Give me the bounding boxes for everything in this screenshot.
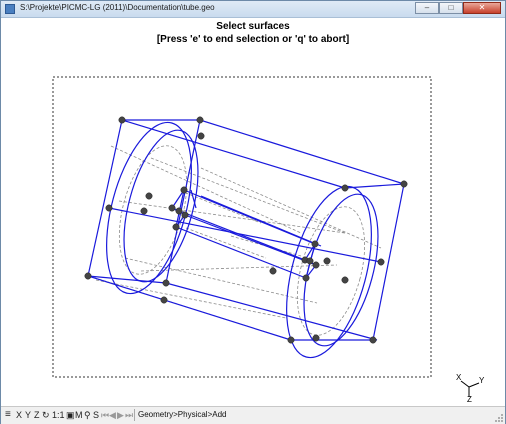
point <box>175 207 183 215</box>
rotate-icon[interactable]: ↻ <box>42 409 50 421</box>
point <box>84 272 92 280</box>
geometry-canvas[interactable] <box>1 18 505 406</box>
status-separator <box>134 409 135 421</box>
app-icon <box>5 4 15 14</box>
view-z-button[interactable]: Z <box>34 409 40 421</box>
graphics-viewport[interactable] <box>1 18 505 406</box>
point <box>377 258 385 266</box>
point <box>180 186 188 194</box>
view-x-button[interactable]: X <box>16 409 22 421</box>
point <box>118 116 126 124</box>
hidden-lines <box>88 145 382 341</box>
prompt-instruction: [Press 'e' to end selection or 'q' to ab… <box>156 34 350 45</box>
axis-x-label: X <box>456 373 462 382</box>
point <box>197 132 205 140</box>
point <box>341 184 349 192</box>
first-icon[interactable]: ⏮ <box>101 409 109 421</box>
s-button[interactable]: S <box>93 409 99 421</box>
axis-z-label: Z <box>467 395 472 403</box>
window-controls: – □ ✕ <box>415 2 501 15</box>
resize-grip-icon[interactable] <box>494 413 504 423</box>
point <box>145 192 153 200</box>
point <box>341 276 349 284</box>
axis-y-label: Y <box>479 376 485 385</box>
menu-icon[interactable]: ≡ <box>5 409 11 421</box>
point <box>306 257 314 265</box>
point <box>162 279 170 287</box>
prev-icon[interactable]: ◀ <box>109 409 116 421</box>
point <box>302 274 310 282</box>
point <box>287 336 295 344</box>
view-y-button[interactable]: Y <box>25 409 31 421</box>
maximize-button[interactable]: □ <box>439 2 463 14</box>
last-icon[interactable]: ⏭ <box>125 409 133 421</box>
minimize-button[interactable]: – <box>415 2 439 14</box>
scale-button[interactable]: 1:1 <box>52 409 65 421</box>
window-title: S:\Projekte\PICMC-LG (2011)\Documentatio… <box>20 3 215 12</box>
point <box>312 261 320 269</box>
point <box>140 207 148 215</box>
snapshot-icon[interactable]: ▣ <box>66 409 75 421</box>
point <box>196 116 204 124</box>
gmsh-window: S:\Projekte\PICMC-LG (2011)\Documentatio… <box>0 0 506 424</box>
point <box>168 204 176 212</box>
next-icon[interactable]: ▶ <box>117 409 124 421</box>
axes-indicator: X Y Z <box>456 373 485 403</box>
status-bar: ≡ X Y Z ↻ 1:1 ▣ M ⚲ S ⏮ ◀ ▶ ⏭ Geometry>P… <box>1 406 505 424</box>
point <box>269 267 277 275</box>
point <box>369 336 377 344</box>
tool-icon[interactable]: ⚲ <box>84 409 91 421</box>
point <box>311 240 319 248</box>
title-bar[interactable]: S:\Projekte\PICMC-LG (2011)\Documentatio… <box>1 1 505 18</box>
point <box>172 223 180 231</box>
point <box>323 257 331 265</box>
prompt-title: Select surfaces <box>216 21 290 32</box>
point <box>181 211 189 219</box>
point <box>400 180 408 188</box>
movie-button[interactable]: M <box>75 409 83 421</box>
status-message: Geometry>Physical>Add <box>138 410 227 419</box>
point <box>312 334 320 342</box>
close-button[interactable]: ✕ <box>463 2 501 14</box>
point <box>105 204 113 212</box>
point <box>160 296 168 304</box>
